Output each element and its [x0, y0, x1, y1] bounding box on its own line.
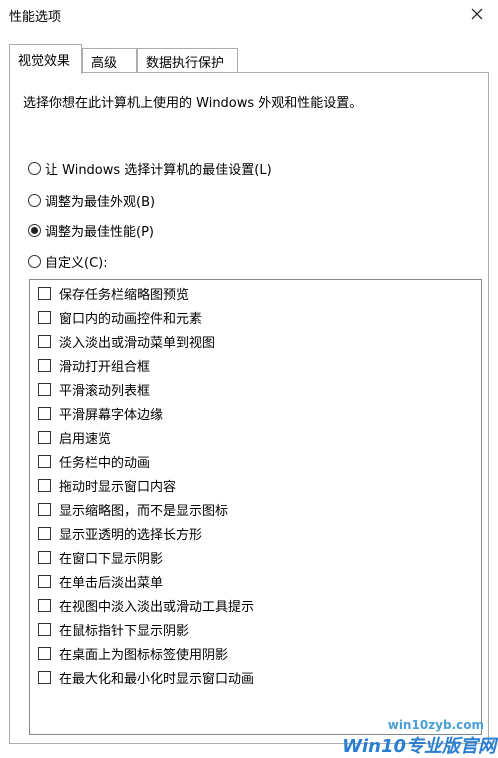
- close-icon: [471, 8, 483, 20]
- close-button[interactable]: [464, 2, 490, 26]
- tab-label: 数据执行保护: [146, 56, 225, 71]
- checkbox[interactable]: [38, 622, 51, 636]
- tab-label: 高级: [91, 56, 118, 71]
- checkbox[interactable]: [38, 550, 51, 564]
- option-label: 在桌面上为图标标签使用阴影: [59, 647, 229, 663]
- window-title: 性能选项: [9, 10, 62, 25]
- checkbox[interactable]: [38, 430, 51, 444]
- checkbox[interactable]: [38, 478, 51, 492]
- option-label: 在最大化和最小化时显示窗口动画: [59, 671, 255, 687]
- option-label: 保存任务栏缩略图预览: [59, 287, 190, 303]
- checkbox[interactable]: [38, 646, 51, 660]
- option-label: 在鼠标指针下显示阴影: [59, 623, 190, 639]
- option-item[interactable]: 在鼠标指针下显示阴影: [38, 619, 189, 639]
- checkbox[interactable]: [38, 406, 51, 420]
- checkbox[interactable]: [38, 502, 51, 516]
- title-bar: 性能选项: [0, 0, 498, 30]
- radio-custom[interactable]: 自定义(C):: [28, 252, 108, 271]
- checkbox[interactable]: [38, 382, 51, 396]
- option-label: 窗口内的动画控件和元素: [59, 311, 203, 327]
- checkbox[interactable]: [38, 574, 51, 588]
- option-label: 淡入淡出或滑动菜单到视图: [59, 335, 216, 351]
- option-label: 任务栏中的动画: [59, 455, 151, 471]
- radio-button[interactable]: [28, 255, 41, 268]
- radio-best-performance[interactable]: 调整为最佳性能(P): [28, 221, 154, 240]
- option-item[interactable]: 淡入淡出或滑动菜单到视图: [38, 331, 215, 351]
- effects-listbox[interactable]: 保存任务栏缩略图预览 窗口内的动画控件和元素 淡入淡出或滑动菜单到视图 滑动打开…: [29, 279, 482, 735]
- checkbox[interactable]: [38, 598, 51, 612]
- tab-advanced[interactable]: 高级: [82, 48, 137, 72]
- option-label: 平滑屏幕字体边缘: [59, 407, 164, 423]
- option-item[interactable]: 拖动时显示窗口内容: [38, 475, 176, 495]
- radio-label: 调整为最佳性能(P): [45, 225, 154, 240]
- option-label: 拖动时显示窗口内容: [59, 479, 177, 495]
- panel-description: 选择你想在此计算机上使用的 Windows 外观和性能设置。: [23, 96, 363, 111]
- option-label: 启用速览: [59, 431, 112, 447]
- option-item[interactable]: 任务栏中的动画: [38, 451, 150, 471]
- radio-button[interactable]: [28, 194, 41, 207]
- option-item[interactable]: 在窗口下显示阴影: [38, 547, 163, 567]
- radio-button[interactable]: [28, 162, 41, 175]
- option-item[interactable]: 显示缩略图，而不是显示图标: [38, 499, 228, 519]
- option-item[interactable]: 平滑滚动列表框: [38, 379, 150, 399]
- watermark-brand: Win10专业版官网: [342, 736, 496, 757]
- option-label: 在单击后淡出菜单: [59, 575, 164, 591]
- radio-label: 调整为最佳外观(B): [45, 195, 156, 210]
- radio-label: 让 Windows 选择计算机的最佳设置(L): [45, 163, 272, 178]
- radio-label: 自定义(C):: [45, 256, 108, 271]
- option-item[interactable]: 滑动打开组合框: [38, 355, 150, 375]
- checkbox[interactable]: [38, 310, 51, 324]
- option-item[interactable]: 窗口内的动画控件和元素: [38, 307, 202, 327]
- option-item[interactable]: 在桌面上为图标标签使用阴影: [38, 643, 228, 663]
- option-label: 滑动打开组合框: [59, 359, 151, 375]
- tab-visual-effects[interactable]: 视觉效果: [9, 44, 82, 74]
- checkbox[interactable]: [38, 358, 51, 372]
- checkbox[interactable]: [38, 670, 51, 684]
- option-item[interactable]: 在单击后淡出菜单: [38, 571, 163, 591]
- option-item[interactable]: 在视图中淡入淡出或滑动工具提示: [38, 595, 254, 615]
- checkbox[interactable]: [38, 526, 51, 540]
- radio-let-windows-choose[interactable]: 让 Windows 选择计算机的最佳设置(L): [28, 159, 272, 178]
- radio-best-appearance[interactable]: 调整为最佳外观(B): [28, 191, 155, 210]
- option-label: 显示亚透明的选择长方形: [59, 527, 203, 543]
- checkbox[interactable]: [38, 454, 51, 468]
- option-item[interactable]: 保存任务栏缩略图预览: [38, 283, 189, 303]
- option-label: 在窗口下显示阴影: [59, 551, 164, 567]
- option-item[interactable]: 显示亚透明的选择长方形: [38, 523, 202, 543]
- option-item[interactable]: 启用速览: [38, 427, 111, 447]
- option-label: 在视图中淡入淡出或滑动工具提示: [59, 599, 255, 615]
- option-label: 显示缩略图，而不是显示图标: [59, 503, 229, 519]
- radio-button[interactable]: [28, 224, 41, 237]
- checkbox[interactable]: [38, 334, 51, 348]
- checkbox[interactable]: [38, 286, 51, 300]
- visual-effects-panel: 选择你想在此计算机上使用的 Windows 外观和性能设置。 让 Windows…: [9, 72, 489, 744]
- option-item[interactable]: 在最大化和最小化时显示窗口动画: [38, 667, 254, 687]
- watermark-url: win10zyb.com: [387, 718, 484, 732]
- tab-label: 视觉效果: [18, 54, 71, 69]
- option-label: 平滑滚动列表框: [59, 383, 151, 399]
- tab-dep[interactable]: 数据执行保护: [137, 48, 238, 72]
- option-item[interactable]: 平滑屏幕字体边缘: [38, 403, 163, 423]
